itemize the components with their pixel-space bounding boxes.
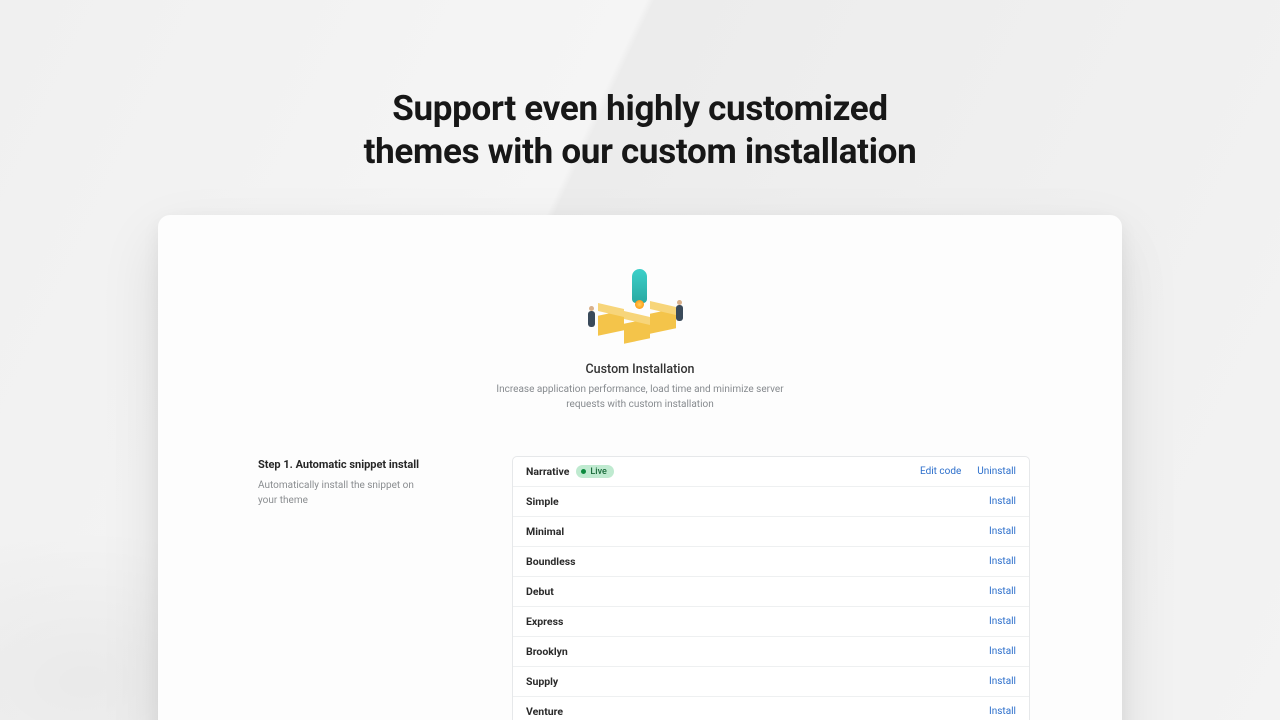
person-icon	[676, 305, 683, 321]
row-actions: Install	[989, 706, 1016, 717]
row-left: Simple	[526, 495, 559, 508]
table-row: Simple Install	[513, 487, 1029, 517]
theme-name: Venture	[526, 705, 563, 718]
theme-name: Supply	[526, 675, 558, 688]
install-link[interactable]: Install	[989, 496, 1016, 507]
row-left: Brooklyn	[526, 645, 568, 658]
app-card: Custom Installation Increase application…	[158, 215, 1122, 720]
install-link[interactable]: Install	[989, 586, 1016, 597]
row-actions: Install	[989, 586, 1016, 597]
hero-description: Increase application performance, load t…	[480, 383, 800, 412]
row-left: Express	[526, 615, 563, 628]
install-link[interactable]: Install	[989, 706, 1016, 717]
step-title: Step 1. Automatic snippet install	[258, 458, 458, 471]
theme-name: Simple	[526, 495, 559, 508]
box-icon	[624, 318, 650, 344]
install-link[interactable]: Install	[989, 616, 1016, 627]
theme-name: Express	[526, 615, 563, 628]
table-row: Debut Install	[513, 577, 1029, 607]
theme-list: Narrative Live Edit code Uninstall Simple Ins…	[512, 456, 1030, 720]
table-row: Brooklyn Install	[513, 637, 1029, 667]
hero-title: Custom Installation	[586, 362, 695, 377]
theme-name: Narrative	[526, 465, 569, 478]
box-icon	[598, 310, 624, 336]
theme-name: Brooklyn	[526, 645, 568, 658]
row-left: Venture	[526, 705, 563, 718]
row-left: Supply	[526, 675, 558, 688]
theme-name: Minimal	[526, 525, 564, 538]
status-badge: Live	[576, 465, 613, 478]
hero-section: Custom Installation Increase application…	[158, 275, 1122, 412]
row-left: Narrative Live	[526, 465, 614, 478]
row-actions: Install	[989, 496, 1016, 507]
table-row: Boundless Install	[513, 547, 1029, 577]
row-left: Boundless	[526, 555, 576, 568]
table-row: Narrative Live Edit code Uninstall	[513, 457, 1029, 487]
theme-name: Debut	[526, 585, 554, 598]
row-actions: Install	[989, 646, 1016, 657]
row-left: Minimal	[526, 525, 564, 538]
row-actions: Install	[989, 526, 1016, 537]
uninstall-link[interactable]: Uninstall	[977, 466, 1016, 477]
step-description: Automatically install the snippet on you…	[258, 479, 418, 508]
box-icon	[650, 308, 676, 334]
edit-code-link[interactable]: Edit code	[920, 466, 961, 477]
table-row: Supply Install	[513, 667, 1029, 697]
install-link[interactable]: Install	[989, 676, 1016, 687]
rocket-icon	[632, 269, 647, 303]
headline-line-1: Support even highly customized	[0, 88, 1280, 131]
row-actions: Install	[989, 616, 1016, 627]
row-left: Debut	[526, 585, 554, 598]
page-headline: Support even highly customized themes wi…	[0, 0, 1280, 173]
theme-name: Boundless	[526, 555, 576, 568]
install-link[interactable]: Install	[989, 526, 1016, 537]
step-sidebar: Step 1. Automatic snippet install Automa…	[258, 456, 458, 720]
table-row: Minimal Install	[513, 517, 1029, 547]
person-icon	[588, 311, 595, 327]
content-row: Step 1. Automatic snippet install Automa…	[158, 456, 1122, 720]
row-actions: Install	[989, 556, 1016, 567]
row-actions: Edit code Uninstall	[920, 466, 1016, 477]
install-link[interactable]: Install	[989, 646, 1016, 657]
row-actions: Install	[989, 676, 1016, 687]
table-row: Venture Install	[513, 697, 1029, 720]
status-dot-icon	[581, 469, 586, 474]
headline-line-2: themes with our custom installation	[0, 131, 1280, 174]
hero-illustration	[580, 275, 700, 350]
install-link[interactable]: Install	[989, 556, 1016, 567]
status-badge-label: Live	[590, 467, 606, 477]
table-row: Express Install	[513, 607, 1029, 637]
